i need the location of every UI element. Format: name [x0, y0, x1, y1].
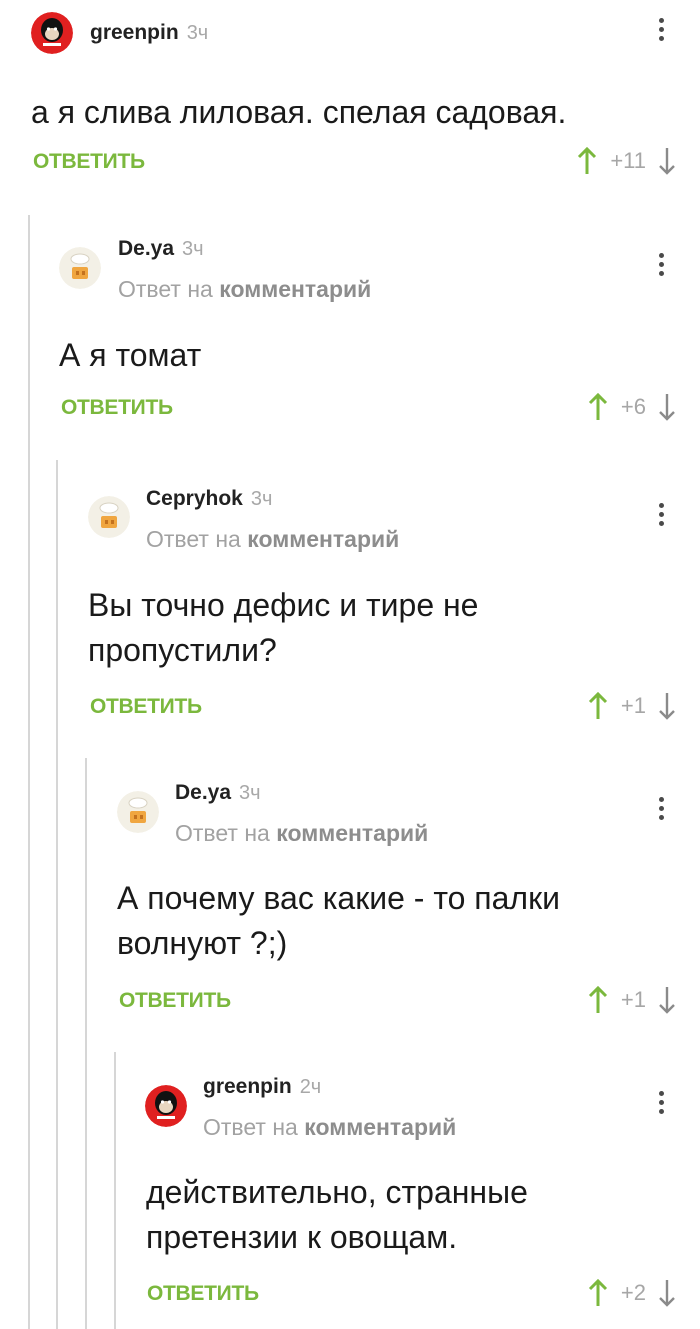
reply-prefix: Ответ на — [203, 1114, 298, 1140]
user-avatar-monkey-icon[interactable] — [31, 12, 73, 54]
comment-line: претензии к овощам. — [146, 1219, 458, 1255]
comment-author[interactable]: De.ya 3ч — [118, 237, 204, 261]
arrow-up-icon[interactable] — [587, 985, 609, 1015]
vote-controls: +11 — [576, 145, 678, 177]
rating-count: +2 — [620, 1280, 646, 1305]
reply-to-link[interactable]: Ответ на комментарий — [146, 526, 399, 553]
thread-line — [85, 758, 87, 1329]
arrow-up-icon[interactable] — [576, 146, 598, 176]
kebab-menu-icon[interactable] — [656, 253, 666, 283]
rating-count: +6 — [620, 394, 646, 419]
thread-line — [114, 1052, 116, 1329]
comment-time: 2ч — [299, 1076, 322, 1098]
arrow-up-icon[interactable] — [587, 691, 609, 721]
vote-controls: +2 — [587, 1277, 678, 1309]
comment-text: а я слива лиловая. спелая садовая. — [31, 90, 611, 135]
reply-button[interactable]: ОТВЕТИТЬ — [90, 695, 202, 719]
reply-target[interactable]: комментарий — [276, 820, 428, 846]
comment-line: А почему вас какие - то палки — [117, 880, 560, 916]
comment-line: а я слива лиловая. спелая садовая. — [31, 94, 567, 130]
kebab-menu-icon[interactable] — [656, 503, 666, 533]
comment-line: пропустили? — [88, 632, 277, 668]
comment-author[interactable]: De.ya 3ч — [175, 781, 261, 805]
comment-author[interactable]: greenpin 3ч — [90, 21, 208, 45]
user-avatar-chef-icon[interactable] — [117, 791, 159, 833]
reply-to-link[interactable]: Ответ на комментарий — [118, 276, 371, 303]
arrow-down-icon[interactable] — [656, 146, 678, 176]
user-avatar-chef-icon[interactable] — [59, 247, 101, 289]
reply-prefix: Ответ на — [146, 526, 241, 552]
reply-to-link[interactable]: Ответ на комментарий — [175, 820, 428, 847]
user-avatar-chef-icon[interactable] — [88, 496, 130, 538]
comment-author[interactable]: Cepryhok 3ч — [146, 487, 272, 511]
kebab-menu-icon[interactable] — [656, 797, 666, 827]
reply-button[interactable]: ОТВЕТИТЬ — [147, 1282, 259, 1306]
reply-target[interactable]: комментарий — [304, 1114, 456, 1140]
vote-controls: +6 — [587, 391, 678, 423]
comment-time: 3ч — [182, 238, 204, 260]
kebab-menu-icon[interactable] — [656, 1091, 666, 1121]
rating-count: +11 — [610, 148, 646, 173]
reply-prefix: Ответ на — [175, 820, 270, 846]
vote-controls: +1 — [587, 690, 678, 722]
reply-to-link[interactable]: Ответ на комментарий — [203, 1114, 456, 1141]
author-name[interactable]: De.ya — [175, 781, 231, 804]
thread-line — [56, 460, 58, 1329]
arrow-down-icon[interactable] — [656, 691, 678, 721]
author-name[interactable]: De.ya — [118, 237, 174, 260]
comment-time: 3ч — [186, 22, 209, 44]
comment-line: Вы точно дефис и тире не — [88, 587, 479, 623]
reply-button[interactable]: ОТВЕТИТЬ — [119, 989, 231, 1013]
author-name[interactable]: greenpin — [203, 1075, 292, 1098]
kebab-menu-icon[interactable] — [656, 18, 666, 48]
reply-target[interactable]: комментарий — [247, 526, 399, 552]
arrow-down-icon[interactable] — [656, 985, 678, 1015]
arrow-down-icon[interactable] — [656, 1278, 678, 1308]
comment-author[interactable]: greenpin 2ч — [203, 1075, 321, 1099]
rating-count: +1 — [620, 693, 646, 718]
rating-count: +1 — [620, 987, 646, 1012]
comment-text: А почему вас какие - то палки волнуют ?;… — [117, 876, 677, 966]
comment-line: А я томат — [59, 337, 202, 373]
author-name[interactable]: greenpin — [90, 21, 179, 44]
comment: greenpin 3ч а я слива лиловая. спелая сад… — [0, 0, 700, 210]
comment-text: А я томат — [59, 333, 639, 378]
comment-time: 3ч — [250, 488, 273, 510]
thread-line — [28, 215, 30, 1329]
arrow-up-icon[interactable] — [587, 392, 609, 422]
comment-line: действительно, странные — [146, 1174, 528, 1210]
author-name[interactable]: Cepryhok — [146, 487, 243, 510]
arrow-down-icon[interactable] — [656, 392, 678, 422]
comment-text: действительно, странные претензии к овощ… — [146, 1170, 666, 1260]
comment-time: 3ч — [239, 782, 261, 804]
arrow-up-icon[interactable] — [587, 1278, 609, 1308]
reply-button[interactable]: ОТВЕТИТЬ — [33, 150, 145, 174]
reply-target[interactable]: комментарий — [219, 276, 371, 302]
reply-prefix: Ответ на — [118, 276, 213, 302]
comment-text: Вы точно дефис и тире не пропустили? — [88, 583, 648, 673]
user-avatar-monkey-icon[interactable] — [145, 1085, 187, 1127]
vote-controls: +1 — [587, 984, 678, 1016]
comment-line: волнуют ?;) — [117, 925, 288, 961]
reply-button[interactable]: ОТВЕТИТЬ — [61, 396, 173, 420]
